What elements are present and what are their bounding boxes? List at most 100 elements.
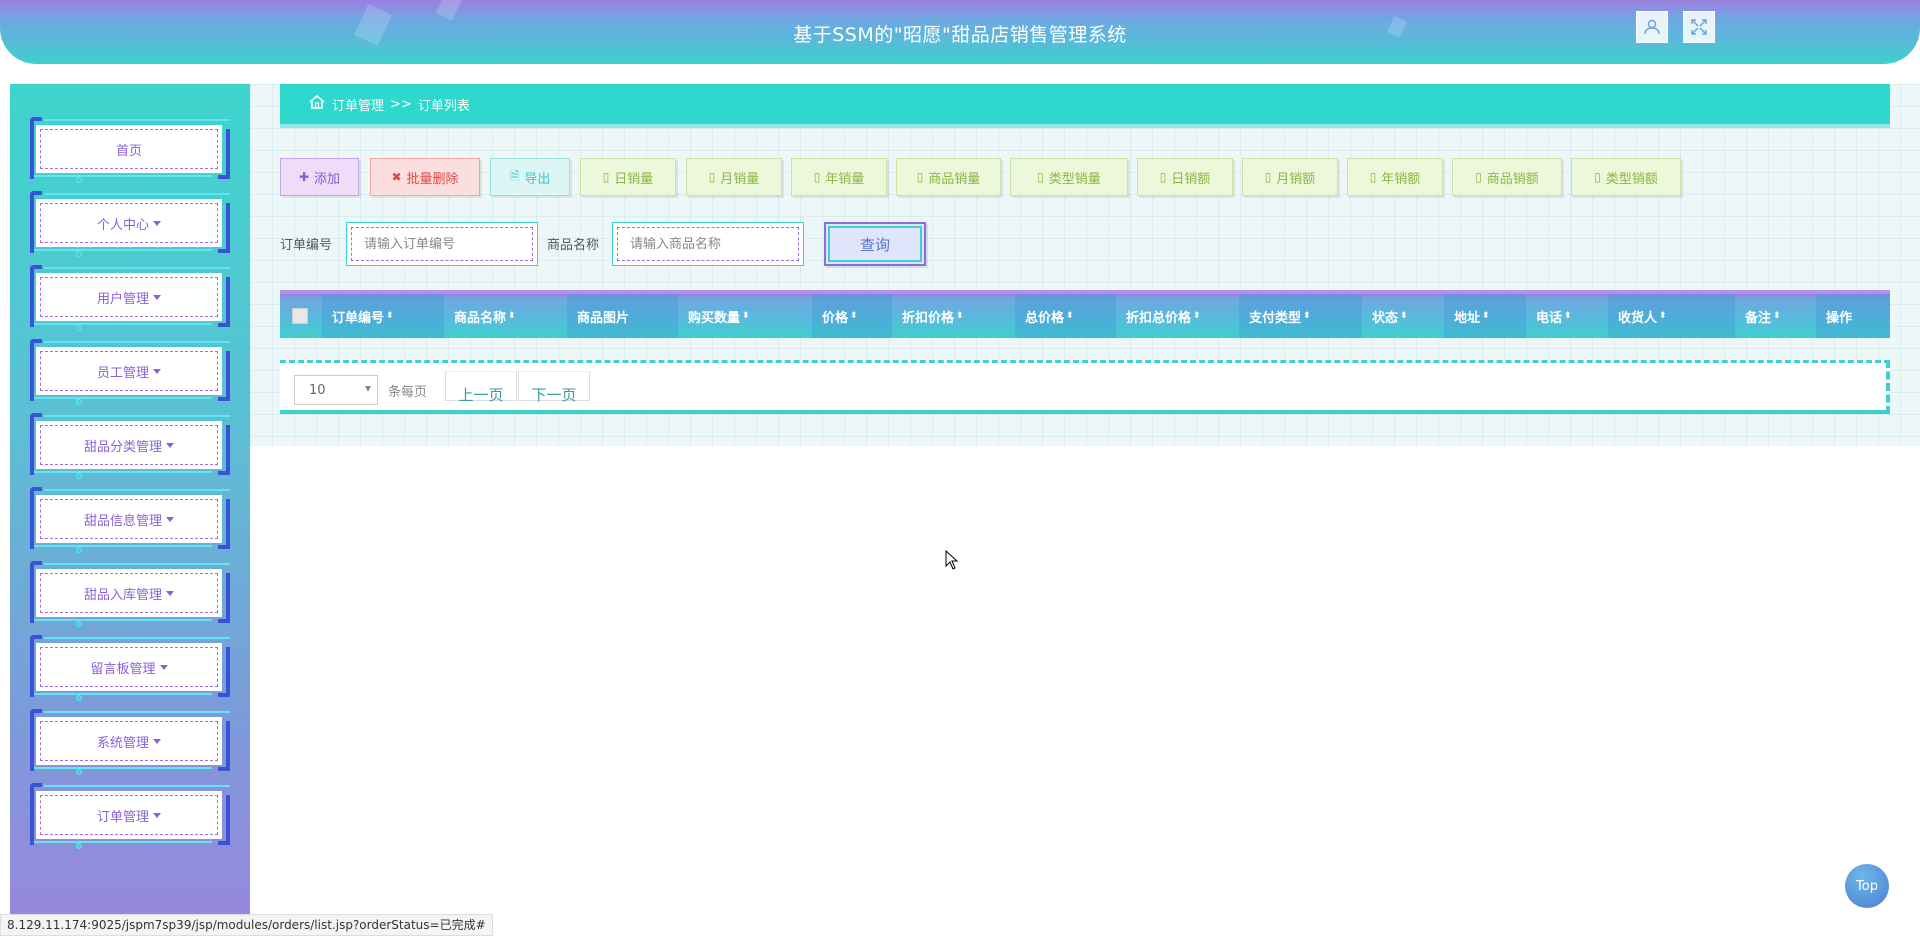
prev-page-button[interactable]: 上一页 bbox=[445, 371, 517, 404]
sort-icon: ⬍ bbox=[1400, 311, 1408, 321]
sidebar-item-label: 甜品信息管理 bbox=[83, 513, 162, 529]
sidebar-item-button[interactable]: 员工管理 bbox=[36, 347, 222, 395]
frame-line bbox=[44, 785, 230, 787]
sort-icon: ⬍ bbox=[508, 311, 516, 321]
stat-button[interactable]: ▯ 日销量 bbox=[580, 158, 676, 196]
frame-line bbox=[32, 471, 212, 473]
stat-button[interactable]: ▯ 月销额 bbox=[1242, 158, 1338, 196]
stat-button[interactable]: ▯ 类型销额 bbox=[1571, 158, 1681, 196]
stat-button[interactable]: ▯ 日销额 bbox=[1137, 158, 1233, 196]
column-header[interactable]: 地址 ⬍ bbox=[1444, 294, 1526, 338]
column-header[interactable]: 支付类型 ⬍ bbox=[1239, 294, 1362, 338]
status-bar-url: 8.129.11.174:9025/jspm7sp39/jsp/modules/… bbox=[0, 914, 493, 936]
per-page-label: 条每页 bbox=[388, 385, 428, 400]
query-button[interactable]: 查询 bbox=[824, 222, 926, 266]
add-button[interactable]: ✚ 添加 bbox=[280, 158, 359, 196]
stat-button[interactable]: ▯ 商品销量 bbox=[896, 158, 1001, 196]
sidebar-item[interactable]: 员工管理 bbox=[30, 339, 230, 405]
sidebar-item[interactable]: 首页 bbox=[30, 117, 230, 183]
back-to-top-button[interactable]: Top bbox=[1845, 864, 1889, 908]
batch-delete-button[interactable]: ✖ 批量删除 bbox=[370, 158, 480, 196]
sidebar-item-button[interactable]: 用户管理 bbox=[36, 273, 222, 321]
column-header[interactable]: 电话 ⬍ bbox=[1526, 294, 1608, 338]
column-header[interactable]: 折扣价格 ⬍ bbox=[892, 294, 1015, 338]
sidebar-item-button[interactable]: 甜品分类管理 bbox=[36, 421, 222, 469]
sidebar-item-button[interactable]: 个人中心 bbox=[36, 199, 222, 247]
sidebar-item-button[interactable]: 留言板管理 bbox=[36, 643, 222, 691]
product-name-input[interactable] bbox=[617, 227, 799, 261]
sidebar-item[interactable]: 个人中心 bbox=[30, 191, 230, 257]
sidebar-item-button[interactable]: 甜品信息管理 bbox=[36, 495, 222, 543]
caret-down-icon bbox=[153, 812, 161, 818]
sidebar-item-button[interactable]: 系统管理 bbox=[36, 717, 222, 765]
column-header[interactable]: 折扣总价格 ⬍ bbox=[1116, 294, 1239, 338]
order-no-field bbox=[346, 222, 538, 266]
sidebar-item-button[interactable]: 甜品入库管理 bbox=[36, 569, 222, 617]
fullscreen-button[interactable] bbox=[1683, 11, 1715, 43]
column-header[interactable]: 总价格 ⬍ bbox=[1015, 294, 1116, 338]
sort-icon: ⬍ bbox=[1482, 311, 1490, 321]
stat-button-label: 商品销额 bbox=[1486, 171, 1539, 187]
close-icon: ✖ bbox=[391, 170, 402, 184]
stat-button-label: 类型销额 bbox=[1605, 171, 1658, 187]
stat-button[interactable]: ▯ 年销额 bbox=[1347, 158, 1443, 196]
add-button-label: 添加 bbox=[314, 171, 341, 187]
home-icon[interactable] bbox=[308, 94, 326, 114]
sidebar-item[interactable]: 甜品分类管理 bbox=[30, 413, 230, 479]
header-decoration bbox=[435, 0, 463, 21]
user-profile-button[interactable] bbox=[1636, 11, 1668, 43]
sidebar: 首页个人中心用户管理员工管理甜品分类管理甜品信息管理甜品入库管理 留言板管理系统管… bbox=[10, 84, 250, 936]
stat-button[interactable]: ▯ 类型销量 bbox=[1010, 158, 1128, 196]
sidebar-item[interactable]: 留言板管理 bbox=[30, 635, 230, 701]
document-icon: ▯ bbox=[1264, 170, 1272, 184]
sort-icon: ⬍ bbox=[742, 311, 750, 321]
column-header[interactable]: 状态 ⬍ bbox=[1362, 294, 1444, 338]
frame-line bbox=[32, 397, 212, 399]
document-icon: ▯ bbox=[916, 170, 924, 184]
frame-dot bbox=[76, 399, 82, 405]
sidebar-item-label: 首页 bbox=[115, 143, 142, 159]
stat-button-label: 年销量 bbox=[825, 171, 865, 187]
frame-dot bbox=[76, 325, 82, 331]
column-header-label: 状态 bbox=[1372, 310, 1399, 326]
stat-button-label: 类型销量 bbox=[1048, 171, 1101, 187]
export-button[interactable]: 🗎 导出 bbox=[490, 158, 570, 196]
stat-button[interactable]: ▯ 月销量 bbox=[686, 158, 782, 196]
column-header[interactable]: 购买数量 ⬍ bbox=[678, 294, 812, 338]
breadcrumb-section[interactable]: 订单管理 bbox=[332, 95, 384, 114]
sidebar-item[interactable]: 用户管理 bbox=[30, 265, 230, 331]
sort-icon: ⬍ bbox=[1066, 311, 1074, 321]
column-header: 操作 bbox=[1816, 294, 1890, 338]
stat-button[interactable]: ▯ 年销量 bbox=[791, 158, 887, 196]
frame-dot bbox=[76, 473, 82, 479]
caret-down-icon bbox=[166, 442, 174, 448]
sidebar-item[interactable]: 订单管理 bbox=[30, 783, 230, 849]
column-header[interactable]: 收货人 ⬍ bbox=[1608, 294, 1735, 338]
sidebar-item[interactable]: 系统管理 bbox=[30, 709, 230, 775]
stat-button[interactable]: ▯ 商品销额 bbox=[1452, 158, 1562, 196]
fullscreen-icon bbox=[1691, 19, 1707, 35]
stat-button-label: 年销额 bbox=[1381, 171, 1421, 187]
column-header[interactable]: 订单编号 ⬍ bbox=[322, 294, 444, 338]
order-no-label: 订单编号 bbox=[280, 238, 333, 253]
sidebar-item[interactable]: 甜品入库管理 bbox=[30, 561, 230, 627]
page-size-select[interactable]: 10 bbox=[294, 375, 378, 405]
next-page-button[interactable]: 下一页 bbox=[518, 371, 590, 404]
sidebar-item[interactable]: 甜品信息管理 bbox=[30, 487, 230, 553]
column-header-label: 订单编号 bbox=[332, 310, 385, 326]
sidebar-item-button[interactable]: 订单管理 bbox=[36, 791, 222, 839]
column-header[interactable]: 商品名称 ⬍ bbox=[444, 294, 567, 338]
frame-line bbox=[44, 119, 230, 121]
sort-icon: ⬍ bbox=[1303, 311, 1311, 321]
column-header-label: 电话 bbox=[1536, 310, 1563, 326]
caret-down-icon bbox=[159, 664, 168, 670]
column-header-label: 折扣价格 bbox=[902, 310, 955, 326]
select-all-checkbox[interactable] bbox=[292, 308, 308, 324]
caret-down-icon bbox=[153, 738, 161, 744]
frame-line bbox=[32, 323, 212, 325]
column-header[interactable]: 备注 ⬍ bbox=[1735, 294, 1816, 338]
column-header[interactable]: 价格 ⬍ bbox=[812, 294, 892, 338]
order-no-input[interactable] bbox=[351, 227, 533, 261]
sidebar-item-button[interactable]: 首页 bbox=[36, 125, 222, 173]
sidebar-item-label: 系统管理 bbox=[96, 735, 149, 751]
